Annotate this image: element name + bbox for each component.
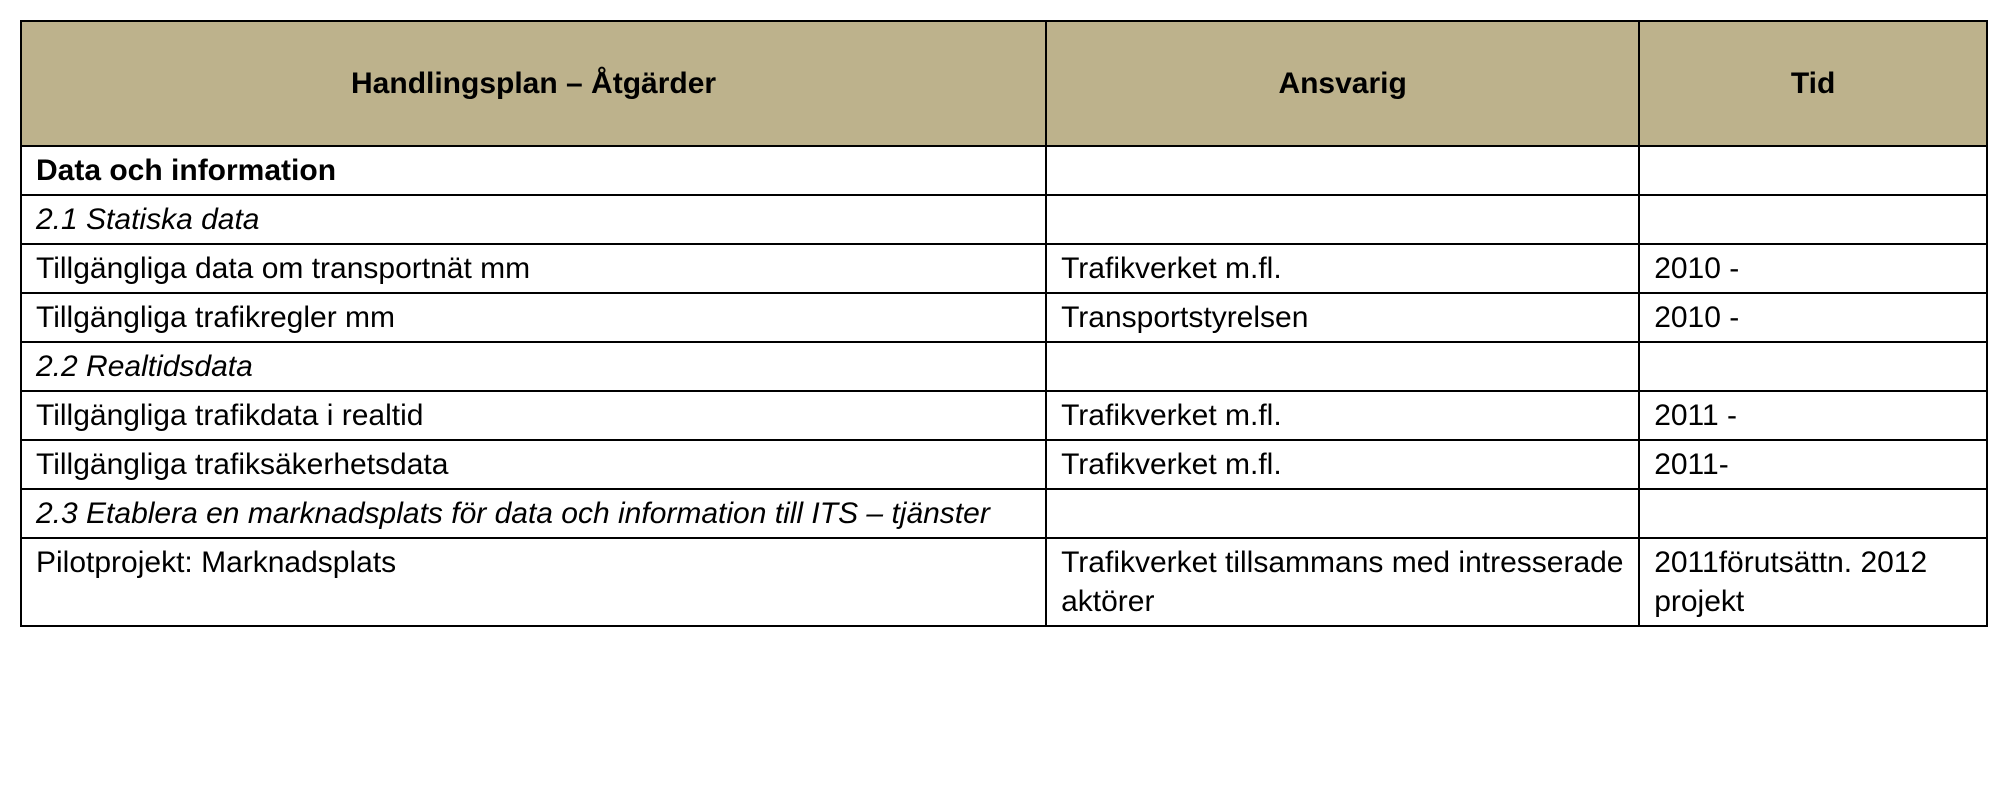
cell-responsible: [1046, 489, 1639, 538]
table-row: Data och information: [21, 146, 1987, 195]
cell-time: [1639, 146, 1987, 195]
cell-responsible: [1046, 342, 1639, 391]
cell-time: [1639, 195, 1987, 244]
cell-action: Tillgängliga data om transportnät mm: [21, 244, 1046, 293]
cell-time: [1639, 489, 1987, 538]
cell-responsible: Transportstyrelsen: [1046, 293, 1639, 342]
table-body: Data och information 2.1 Statiska data T…: [21, 146, 1987, 626]
cell-time: [1639, 342, 1987, 391]
cell-action: Data och information: [21, 146, 1046, 195]
table-row: Tillgängliga trafikdata i realtid Trafik…: [21, 391, 1987, 440]
header-responsible: Ansvarig: [1046, 21, 1639, 146]
cell-time: 2010 -: [1639, 244, 1987, 293]
cell-time: 2010 -: [1639, 293, 1987, 342]
table-row: Pilotprojekt: Marknadsplats Trafikverket…: [21, 538, 1987, 626]
cell-action: 2.3 Etablera en marknadsplats för data o…: [21, 489, 1046, 538]
table-row: Tillgängliga trafiksäkerhetsdata Trafikv…: [21, 440, 1987, 489]
table-row: Tillgängliga data om transportnät mm Tra…: [21, 244, 1987, 293]
cell-action: Tillgängliga trafikregler mm: [21, 293, 1046, 342]
cell-responsible: [1046, 195, 1639, 244]
cell-action: 2.1 Statiska data: [21, 195, 1046, 244]
cell-responsible: Trafikverket m.fl.: [1046, 244, 1639, 293]
table-header-row: Handlingsplan – Åtgärder Ansvarig Tid: [21, 21, 1987, 146]
table-row: 2.1 Statiska data: [21, 195, 1987, 244]
cell-action: Tillgängliga trafiksäkerhetsdata: [21, 440, 1046, 489]
table-row: Tillgängliga trafikregler mm Transportst…: [21, 293, 1987, 342]
header-time: Tid: [1639, 21, 1987, 146]
cell-time: 2011förutsättn. 2012 projekt: [1639, 538, 1987, 626]
cell-time: 2011-: [1639, 440, 1987, 489]
cell-responsible: Trafikverket tillsammans med intresserad…: [1046, 538, 1639, 626]
cell-responsible: Trafikverket m.fl.: [1046, 440, 1639, 489]
header-action: Handlingsplan – Åtgärder: [21, 21, 1046, 146]
cell-responsible: [1046, 146, 1639, 195]
cell-responsible: Trafikverket m.fl.: [1046, 391, 1639, 440]
cell-time: 2011 -: [1639, 391, 1987, 440]
table-row: 2.2 Realtidsdata: [21, 342, 1987, 391]
cell-action: 2.2 Realtidsdata: [21, 342, 1046, 391]
action-plan-table: Handlingsplan – Åtgärder Ansvarig Tid Da…: [20, 20, 1988, 627]
cell-action: Tillgängliga trafikdata i realtid: [21, 391, 1046, 440]
table-row: 2.3 Etablera en marknadsplats för data o…: [21, 489, 1987, 538]
cell-action: Pilotprojekt: Marknadsplats: [21, 538, 1046, 626]
